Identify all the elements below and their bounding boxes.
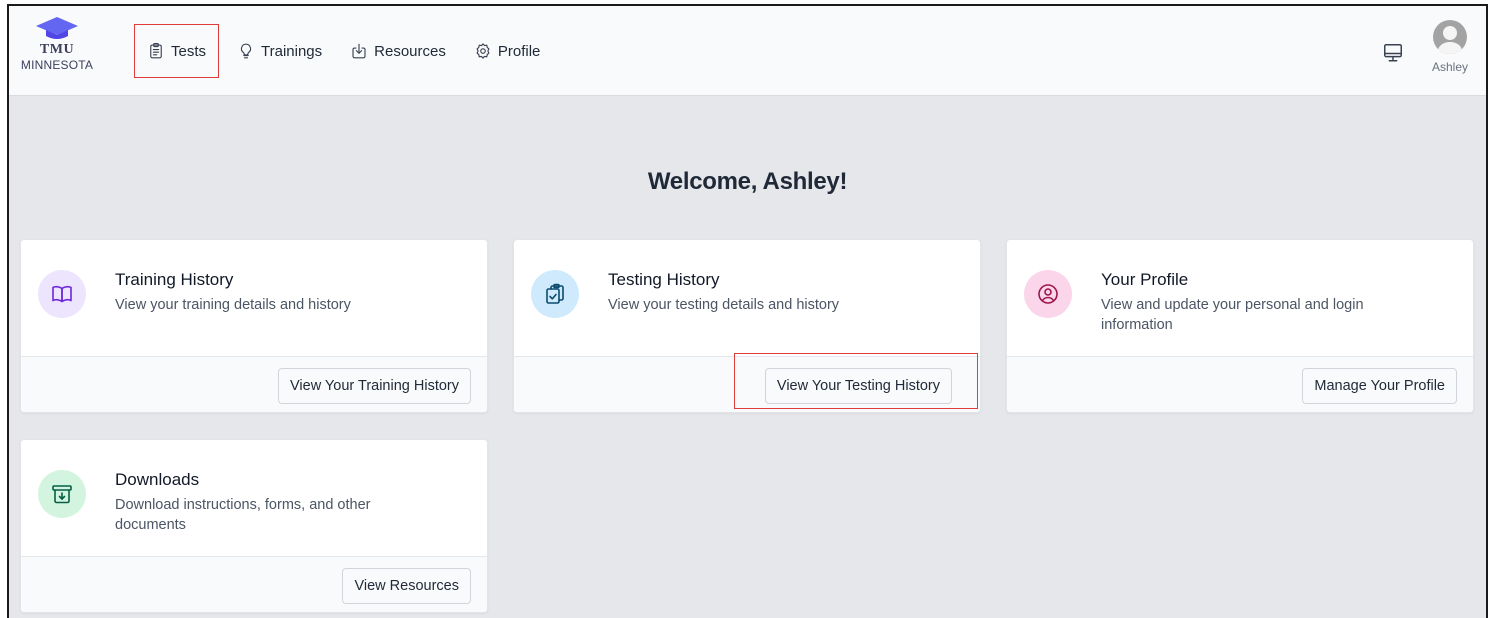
card-icon-bg <box>38 270 86 318</box>
archive-download-icon <box>52 485 72 504</box>
nav-trainings-label: Trainings <box>261 42 323 60</box>
card-body: Downloads Download instructions, forms, … <box>21 440 487 556</box>
card-body: Your Profile View and update your person… <box>1007 240 1473 356</box>
brand-logo[interactable]: TMU MINNESOTA <box>17 16 97 88</box>
main-nav: Tests Trainings Resources Profile <box>134 22 568 80</box>
graduation-cap-icon <box>36 17 78 39</box>
card-footer: Manage Your Profile <box>1007 356 1473 412</box>
view-training-history-button[interactable]: View Your Training History <box>278 368 471 404</box>
book-icon <box>52 286 72 303</box>
gear-icon <box>476 43 490 59</box>
user-menu[interactable]: Ashley <box>1432 20 1468 74</box>
nav-resources-label: Resources <box>374 42 446 60</box>
card-icon-bg <box>1024 270 1072 318</box>
header-actions: Ashley <box>1382 20 1468 74</box>
avatar <box>1432 20 1467 54</box>
card-title: Testing History <box>608 270 720 289</box>
card-body: Training History View your training deta… <box>21 240 487 356</box>
card-footer: View Your Training History <box>21 356 487 412</box>
card-description: View your testing details and history <box>608 297 840 313</box>
user-circle-icon <box>1038 284 1058 304</box>
welcome-heading: Welcome, Ashley! <box>647 168 848 195</box>
brand-line2: MINNESOTA <box>20 58 94 72</box>
card-your-profile: Your Profile View and update your person… <box>1006 239 1474 413</box>
card-icon-bg <box>531 270 579 318</box>
card-description: View your training details and history <box>115 297 351 313</box>
top-nav-bar: TMU MINNESOTA Tests Trainings Resources … <box>9 6 1486 96</box>
nav-resources[interactable]: Resources <box>350 42 446 60</box>
card-training-history: Training History View your training deta… <box>20 239 488 413</box>
app-window: TMU MINNESOTA Tests Trainings Resources … <box>7 4 1488 618</box>
card-description: View and update your personal and login … <box>1101 297 1364 333</box>
brand-line1: TMU <box>39 42 75 57</box>
user-name: Ashley <box>1431 60 1468 74</box>
nav-tests[interactable]: Tests <box>134 24 220 78</box>
highlight-box <box>734 353 978 409</box>
clipboard-check-icon <box>546 283 564 304</box>
card-title: Downloads <box>115 470 200 489</box>
lightbulb-icon <box>240 43 252 59</box>
nav-trainings[interactable]: Trainings <box>237 42 322 60</box>
nav-profile-label: Profile <box>497 42 541 60</box>
card-footer: View Resources <box>21 556 487 612</box>
monitor-icon[interactable] <box>1382 42 1404 64</box>
download-tray-icon <box>352 43 366 59</box>
nav-tests-label: Tests <box>171 42 207 60</box>
card-icon-bg <box>38 470 86 518</box>
nav-profile[interactable]: Profile <box>474 42 541 60</box>
card-body: Testing History View your testing detail… <box>514 240 980 356</box>
manage-profile-button[interactable]: Manage Your Profile <box>1302 368 1457 404</box>
card-downloads: Downloads Download instructions, forms, … <box>20 439 488 613</box>
view-resources-button[interactable]: View Resources <box>342 568 471 604</box>
card-title: Your Profile <box>1101 270 1189 289</box>
card-title: Training History <box>115 270 234 289</box>
clipboard-icon <box>150 42 162 59</box>
card-description: Download instructions, forms, and other … <box>115 497 371 533</box>
